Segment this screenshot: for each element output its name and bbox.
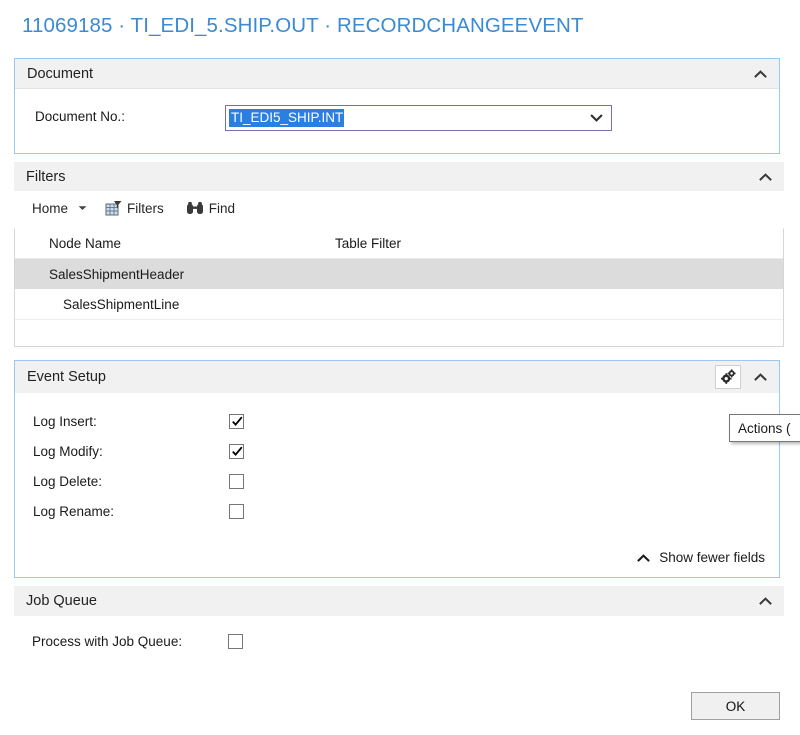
document-fasttab-title: Document <box>27 65 94 82</box>
document-fasttab-header[interactable]: Document <box>15 59 779 89</box>
cell-node-name: SalesShipmentHeader <box>49 266 185 282</box>
ok-button[interactable]: OK <box>691 692 780 720</box>
process-with-job-queue-label: Process with Job Queue: <box>32 634 183 649</box>
gears-icon[interactable] <box>715 365 741 389</box>
chevron-up-icon[interactable] <box>758 594 772 608</box>
binoculars-icon <box>186 201 204 216</box>
process-with-job-queue-checkbox[interactable] <box>228 634 243 649</box>
log-insert-checkbox[interactable] <box>229 413 244 431</box>
table-row[interactable]: SalesShipmentHeader <box>15 259 783 289</box>
toolbar-find-button[interactable]: Find <box>182 199 239 218</box>
actions-tooltip: Actions ( <box>729 414 800 442</box>
show-fewer-fields-label: Show fewer fields <box>659 550 765 565</box>
log-modify-row: Log Modify: <box>33 441 244 461</box>
document-no-value: TI_EDI5_SHIP.INT <box>229 109 345 127</box>
column-header-node-name[interactable]: Node Name <box>15 236 335 251</box>
document-no-label: Document No.: <box>35 109 126 124</box>
grid-header-row: Node Name Table Filter <box>15 229 783 259</box>
toolbar-filters-label: Filters <box>127 200 164 216</box>
log-modify-checkbox[interactable] <box>229 443 244 461</box>
toolbar-home-button[interactable]: Home <box>28 199 101 218</box>
chevron-down-icon[interactable] <box>590 114 603 123</box>
event-setup-fasttab-body: Log Insert: Log Modify: Log Delete: Log … <box>15 393 779 577</box>
filters-grid: Node Name Table Filter SalesShipmentHead… <box>14 228 784 347</box>
table-row[interactable]: SalesShipmentLine <box>15 289 783 319</box>
chevron-up-icon[interactable] <box>753 370 767 384</box>
log-rename-row: Log Rename: <box>33 501 244 521</box>
cell-node-name: SalesShipmentLine <box>63 296 180 312</box>
caret-down-icon[interactable] <box>78 205 87 211</box>
log-modify-label: Log Modify: <box>33 443 103 459</box>
show-fewer-fields-link[interactable]: Show fewer fields <box>637 550 765 565</box>
log-delete-row: Log Delete: <box>33 471 244 491</box>
job-queue-fasttab-body: Process with Job Queue: <box>14 616 784 666</box>
chevron-up-icon[interactable] <box>758 170 772 184</box>
chevron-up-icon <box>637 553 651 562</box>
event-setup-fasttab: Event Setup Log Insert: Log Modify: Log … <box>14 360 780 578</box>
job-queue-fasttab: Job Queue Process with Job Queue: <box>14 586 784 666</box>
filter-grid-icon <box>105 200 122 217</box>
document-no-field-row: Document No.: <box>35 109 125 124</box>
toolbar-home-label: Home <box>32 200 69 216</box>
check-icon <box>231 445 244 461</box>
column-header-table-filter[interactable]: Table Filter <box>335 236 401 251</box>
filters-toolbar: Home Filters Find <box>14 192 784 224</box>
log-insert-row: Log Insert: <box>33 411 244 431</box>
filters-fasttab-title: Filters <box>26 168 66 185</box>
log-insert-label: Log Insert: <box>33 413 97 429</box>
check-icon <box>231 415 244 431</box>
log-rename-label: Log Rename: <box>33 503 115 519</box>
log-delete-label: Log Delete: <box>33 473 103 489</box>
document-fasttab-body: Document No.: TI_EDI5_SHIP.INT <box>15 89 779 153</box>
toolbar-find-label: Find <box>208 200 236 216</box>
event-setup-fasttab-title: Event Setup <box>27 369 106 385</box>
job-queue-fasttab-header[interactable]: Job Queue <box>14 586 784 616</box>
log-delete-checkbox[interactable] <box>229 473 244 489</box>
page-title: 11069185 · TI_EDI_5.SHIP.OUT · RECORDCHA… <box>22 14 584 37</box>
toolbar-filters-button[interactable]: Filters <box>101 198 168 219</box>
filters-fasttab-header[interactable]: Filters <box>14 162 784 192</box>
document-no-combobox[interactable]: TI_EDI5_SHIP.INT <box>225 105 612 131</box>
event-setup-fasttab-header[interactable]: Event Setup <box>15 361 779 393</box>
document-fasttab: Document Document No.: TI_EDI5_SHIP.INT <box>14 58 780 154</box>
process-with-job-queue-row: Process with Job Queue: <box>32 634 243 649</box>
filters-fasttab: Filters Home Filters Find <box>14 162 784 224</box>
job-queue-fasttab-title: Job Queue <box>26 593 97 609</box>
chevron-up-icon[interactable] <box>753 67 767 81</box>
log-rename-checkbox[interactable] <box>229 503 244 519</box>
table-row[interactable] <box>15 319 783 346</box>
